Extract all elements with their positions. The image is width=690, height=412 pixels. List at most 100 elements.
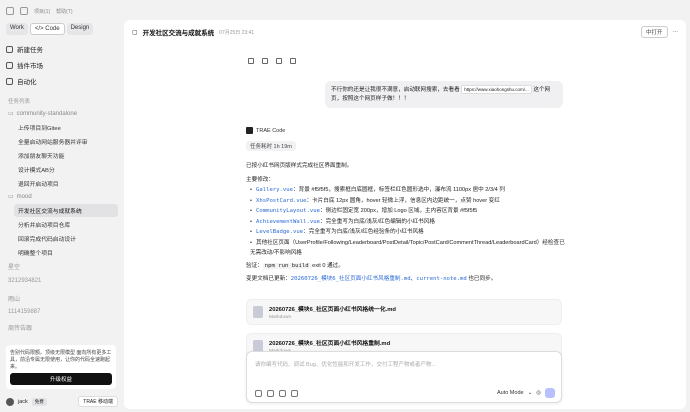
attach-icon[interactable]	[255, 390, 262, 397]
copy-icon[interactable]	[276, 58, 282, 64]
tools-icon[interactable]	[291, 390, 298, 397]
automation-icon	[6, 77, 13, 85]
new-task-label: 新建任务	[17, 47, 43, 54]
group-community[interactable]: ▭ community-standalone	[8, 110, 78, 118]
mode-tabs: Work </> Code Design	[6, 23, 94, 35]
help-menu[interactable]: 帮助(T)	[56, 8, 72, 15]
group-community-label: community-standalone	[16, 110, 78, 117]
group-item[interactable]: 星空	[8, 262, 20, 271]
group-item[interactable]: 3212934821	[8, 278, 41, 284]
task-item[interactable]: 退回开启动项目	[18, 179, 59, 188]
task-item[interactable]: 添加朋友聊天功能	[18, 151, 64, 160]
page-title: 开发社区交流与成就系统	[142, 30, 215, 37]
tab-work[interactable]: Work	[6, 23, 28, 35]
automation-label: 自动化	[17, 79, 37, 86]
user-name: jack	[18, 398, 28, 405]
more-icon[interactable]: ⋯	[673, 29, 679, 35]
agent-name: TRAE Code	[256, 127, 286, 134]
retry-icon[interactable]	[290, 58, 296, 64]
tab-design[interactable]: Design	[66, 23, 94, 35]
group-item[interactable]: 周传告跟	[8, 323, 32, 332]
send-button[interactable]	[545, 388, 555, 398]
file-link[interactable]: CommunityLayout.vue	[256, 208, 320, 214]
chevron-down-icon[interactable]: ⌄	[528, 390, 533, 396]
task-item[interactable]: 设计模式AB分	[18, 165, 55, 174]
doc-link[interactable]: current-note.md	[416, 276, 467, 282]
change-desc: ：侧边栏固定宽 200px，增加 Logo 区域，主内容区背景 #f5f5f5	[319, 208, 478, 214]
task-item[interactable]: 回滚完成代码启动设计	[18, 234, 76, 243]
market-label: 插件市场	[17, 63, 43, 70]
summary-intro: 已按小红书网页版样式完成社区界面重制。	[246, 163, 353, 169]
new-task-icon	[6, 45, 13, 53]
group-mood[interactable]: ▭ mood	[8, 193, 32, 201]
mic-icon[interactable]: ◎	[536, 390, 541, 396]
file-card[interactable]: 20260726_模块6_社区页面小红书风格统一化.md Markdown	[246, 299, 562, 325]
docs-suffix: 也已同步。	[466, 276, 497, 282]
file-link[interactable]: LevelBadge.vue	[256, 229, 303, 235]
market-icon	[6, 61, 13, 69]
task-item[interactable]: 上传项目到Gitee	[18, 123, 61, 132]
plan-badge: 免费	[31, 397, 47, 406]
change-desc: ：卡片白底 12px 圆角，hover 轻微上浮，信息区内边距统一，点赞 hov…	[306, 197, 500, 204]
thumbs-down-icon[interactable]	[262, 58, 268, 64]
group-item[interactable]: 雨山	[8, 294, 20, 303]
summary-heading: 主要修改：	[246, 176, 274, 183]
thumbs-up-icon[interactable]	[248, 58, 254, 64]
timestamp: 07月25日 23:41	[219, 29, 255, 36]
verify-command: npm run build	[262, 262, 311, 269]
tab-code[interactable]: </> Code	[29, 23, 65, 35]
automation-button[interactable]: 自动化	[6, 76, 37, 86]
mention-icon[interactable]	[279, 390, 286, 397]
docs-label: 变更文档已更新：	[246, 276, 291, 282]
file-name: 20260726_模块6_社区页面小红书风格重制.md	[269, 341, 391, 347]
group-item[interactable]: 1114159887	[8, 309, 40, 315]
change-item: LevelBadge.vue：完全重写为白底/浅灰/红色经验条的小红书风格	[250, 227, 566, 238]
avatar[interactable]	[6, 397, 14, 406]
markdown-file-icon	[253, 306, 263, 318]
file-link[interactable]: Gallery.vue	[256, 187, 293, 193]
open-in-button[interactable]: 中打开	[640, 26, 668, 38]
verify-label: 验证：	[246, 262, 263, 269]
change-item: AchievementWall.vue：完全重写为白底/浅灰/红色编辑的小红书风…	[250, 217, 566, 228]
file-name: 20260726_模块6_社区页面小红书风格统一化.md	[269, 307, 396, 313]
docs-line: 变更文档已更新：20260726_模块6_社区页面小红书风格重制.md、curr…	[246, 274, 566, 285]
doc-link[interactable]: 20260726_模块6_社区页面小红书风格重制.md	[291, 276, 411, 282]
mobile-button[interactable]: TRAE 移动端	[78, 396, 118, 407]
image-icon[interactable]	[267, 390, 274, 397]
change-item: 其他社区页面（UserProfile/Following/Leaderboard…	[250, 238, 566, 259]
folder-icon: ▭	[8, 194, 14, 200]
task-item[interactable]: 明确整个项目	[18, 248, 53, 257]
input-tools	[255, 390, 298, 397]
file-type: Markdown	[269, 315, 292, 320]
main-panel: ▢ 开发社区交流与成就系统 07月25日 23:41 中打开 ⋯ 不行你的还是让…	[124, 20, 686, 409]
mode-select[interactable]: Auto Mode	[497, 390, 524, 396]
task-item[interactable]: 全量启动网站服务器并评审	[18, 137, 88, 146]
search-icon[interactable]	[20, 7, 28, 15]
chat-input[interactable]: 请你编写代码、调试 Bug、优化性能和开发工作，交付工程产物或者产物... Au…	[246, 351, 562, 403]
link-chip[interactable]: https://www.xiaohongshu.com/...	[461, 85, 532, 94]
file-info: 20260726_模块6_社区页面小红书风格统一化.md Markdown	[269, 304, 396, 320]
task-duration[interactable]: 任务耗时 1h 19m	[246, 141, 296, 151]
new-task-button[interactable]: 新建任务	[6, 44, 43, 54]
chat-icon: ▢	[132, 29, 138, 36]
plugin-market-button[interactable]: 插件市场	[6, 60, 43, 70]
sidebar-toggle-icon[interactable]	[6, 7, 14, 15]
user-message: 不行你的还是让我很不满意，启动联网搜索，去看看 https://www.xiao…	[325, 81, 563, 108]
change-desc: ：背景 #f5f5f5，搜索框白底圆框，标签栏红色圆形选中，瀑布流 1100px…	[293, 187, 505, 193]
change-item: Gallery.vue：背景 #f5f5f5，搜索框白底圆框，标签栏红色圆形选中…	[250, 185, 566, 196]
file-link[interactable]: XhsPostCard.vue	[256, 198, 307, 204]
task-item-active[interactable]: 开发社区交流与成就系统	[14, 204, 118, 217]
project-menu[interactable]: 项目(1)	[34, 8, 50, 15]
upgrade-button[interactable]: 升级权益	[10, 373, 112, 385]
sidebar: 项目(1) 帮助(T) Work </> Code Design 新建任务 插件…	[0, 0, 122, 412]
change-desc: ：完全重写为白底/浅灰/红色经验条的小红书风格	[303, 229, 424, 235]
agent-label: TRAE Code	[246, 127, 285, 134]
input-actions: Auto Mode ⌄ ◎	[497, 388, 555, 398]
change-item: CommunityLayout.vue：侧边栏固定宽 200px，增加 Logo…	[250, 206, 566, 217]
verify-line: 验证： npm run build exit 0 通过。	[246, 261, 566, 272]
titlebar: 项目(1) 帮助(T)	[6, 5, 73, 17]
task-item[interactable]: 分析并启动项目仓库	[18, 220, 70, 229]
file-link[interactable]: AchievementWall.vue	[256, 219, 320, 225]
changes-list: Gallery.vue：背景 #f5f5f5，搜索框白底圆框，标签栏红色圆形选中…	[250, 185, 566, 259]
user-message-text: 不行你的还是让我很不满意，启动联网搜索，去看看	[331, 87, 460, 93]
